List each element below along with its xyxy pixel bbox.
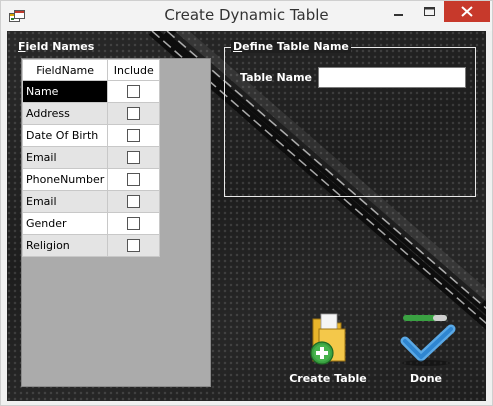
define-table-legend: Define Table Name bbox=[231, 40, 351, 53]
field-names-label-text: ield Names bbox=[25, 40, 95, 53]
field-name-cell[interactable]: Gender bbox=[21, 212, 109, 235]
create-table-label: Create Table bbox=[289, 372, 367, 385]
create-table-button[interactable]: Create Table bbox=[283, 311, 373, 387]
include-cell[interactable] bbox=[107, 102, 161, 125]
column-header-include[interactable]: Include bbox=[107, 59, 161, 81]
grid-header-row: FieldName Include bbox=[21, 59, 161, 81]
field-name-cell[interactable]: Address bbox=[21, 102, 109, 125]
field-names-label: Field Names bbox=[18, 40, 94, 53]
table-name-label: Table Name bbox=[240, 71, 312, 84]
folder-add-icon bbox=[310, 313, 346, 365]
minimize-button[interactable] bbox=[385, 1, 413, 22]
table-row[interactable]: Email bbox=[21, 190, 161, 213]
include-checkbox[interactable] bbox=[127, 107, 141, 121]
main-window: Create Dynamic Table Field Names FieldNa… bbox=[0, 0, 493, 406]
column-header-fieldname[interactable]: FieldName bbox=[21, 59, 109, 81]
include-checkbox[interactable] bbox=[127, 195, 141, 209]
field-name-cell[interactable]: Name bbox=[21, 80, 109, 103]
include-checkbox[interactable] bbox=[127, 173, 141, 187]
field-names-grid[interactable]: FieldName Include Name Address Date Of Bir… bbox=[21, 58, 211, 387]
include-cell[interactable] bbox=[107, 80, 161, 103]
done-label: Done bbox=[410, 372, 442, 385]
include-cell[interactable] bbox=[107, 234, 161, 257]
define-table-legend-accel: D bbox=[233, 40, 243, 53]
title-bar[interactable]: Create Dynamic Table bbox=[1, 1, 492, 31]
close-icon bbox=[461, 6, 473, 17]
include-checkbox[interactable] bbox=[127, 151, 141, 165]
maximize-icon bbox=[423, 6, 435, 16]
include-cell[interactable] bbox=[107, 190, 161, 213]
define-table-legend-text: efine Table Name bbox=[242, 40, 349, 53]
table-name-input[interactable] bbox=[318, 67, 466, 88]
table-row[interactable]: PhoneNumber bbox=[21, 168, 161, 191]
table-row[interactable]: Name bbox=[21, 80, 161, 103]
table-row[interactable]: Religion bbox=[21, 234, 161, 257]
field-name-cell[interactable]: Email bbox=[21, 146, 109, 169]
maximize-button[interactable] bbox=[415, 1, 443, 22]
include-cell[interactable] bbox=[107, 124, 161, 147]
field-name-cell[interactable]: Religion bbox=[21, 234, 109, 257]
table-row[interactable]: Email bbox=[21, 146, 161, 169]
include-cell[interactable] bbox=[107, 146, 161, 169]
include-checkbox[interactable] bbox=[127, 129, 141, 143]
field-name-cell[interactable]: Email bbox=[21, 190, 109, 213]
done-button[interactable]: Done bbox=[381, 311, 471, 387]
minimize-icon bbox=[394, 13, 403, 16]
close-button[interactable] bbox=[444, 1, 490, 22]
table-row[interactable]: Address bbox=[21, 102, 161, 125]
include-cell[interactable] bbox=[107, 212, 161, 235]
include-checkbox[interactable] bbox=[127, 85, 141, 99]
checkmark-icon bbox=[400, 315, 456, 366]
field-table: FieldName Include Name Address Date Of Bir… bbox=[21, 59, 161, 257]
client-area: Field Names FieldName Include Name Addres… bbox=[7, 31, 486, 401]
field-name-cell[interactable]: PhoneNumber bbox=[21, 168, 109, 191]
include-cell[interactable] bbox=[107, 168, 161, 191]
include-checkbox[interactable] bbox=[127, 217, 141, 231]
field-names-label-accel: F bbox=[18, 40, 26, 53]
include-checkbox[interactable] bbox=[127, 239, 141, 253]
table-row[interactable]: Date Of Birth bbox=[21, 124, 161, 147]
table-row[interactable]: Gender bbox=[21, 212, 161, 235]
field-name-cell[interactable]: Date Of Birth bbox=[21, 124, 109, 147]
